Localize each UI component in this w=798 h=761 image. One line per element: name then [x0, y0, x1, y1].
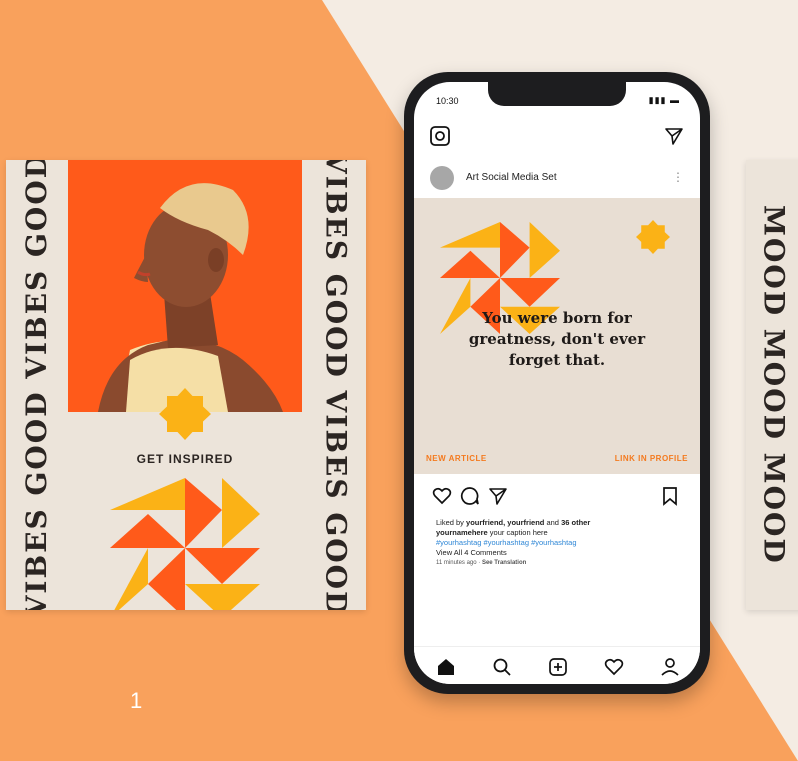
camera-icon[interactable] — [430, 126, 450, 146]
timestamp-line: 11 minutes ago · See Translation — [436, 560, 527, 566]
star-badge-icon — [636, 220, 670, 254]
account-name[interactable]: Art Social Media Set — [466, 172, 557, 183]
bottom-nav — [414, 646, 700, 684]
status-time: 10:30 — [436, 96, 459, 106]
heart-icon[interactable] — [604, 657, 624, 677]
send-icon[interactable] — [664, 126, 684, 146]
bookmark-icon[interactable] — [660, 486, 680, 506]
status-icons: ▮▮▮ ▬ — [648, 95, 680, 105]
likes-line: Liked by yourfriend, yourfriend and 36 o… — [436, 518, 591, 527]
link-in-profile-label: LINK IN PROFILE — [614, 454, 688, 463]
post-card-right: MOOD MOOD MOOD — [746, 160, 798, 610]
phone-screen: 10:30 ▮▮▮ ▬ Art Social Media Set ⋮ You w… — [414, 82, 700, 684]
view-comments-link[interactable]: View All 4 Comments — [436, 548, 686, 558]
instagram-top-bar — [414, 116, 700, 156]
vertical-text-right-card: MOOD MOOD MOOD — [757, 205, 791, 565]
star-badge-icon — [159, 388, 211, 440]
post-header: Art Social Media Set ⋮ — [414, 160, 700, 196]
get-inspired-label: GET INSPIRED — [136, 452, 234, 466]
heart-icon[interactable] — [432, 486, 452, 506]
vertical-text-right: VIBES GOOD VIBES GOOD — [319, 160, 353, 610]
hashtags[interactable]: #yourhashtag #yourhashtag #yourhashtag — [436, 538, 686, 548]
post-caption: Liked by yourfriend, yourfriend and 36 o… — [436, 518, 686, 568]
comment-icon[interactable] — [460, 486, 480, 506]
new-article-label: NEW ARTICLE — [426, 454, 487, 463]
search-icon[interactable] — [492, 657, 512, 677]
post-actions — [414, 482, 700, 510]
post-card-left: VIBES GOOD VIBES GOOD VIBES GOOD VIBES G… — [6, 160, 366, 610]
avatar[interactable] — [430, 166, 454, 190]
see-translation-link[interactable]: See Translation — [482, 560, 526, 566]
vertical-text-left: VIBES GOOD VIBES GOOD — [19, 160, 53, 610]
more-options-icon[interactable]: ⋮ — [672, 170, 684, 184]
portrait-photo — [68, 160, 302, 412]
page-number: 1 — [130, 688, 143, 713]
caption-line: yournamehere your caption here — [436, 528, 548, 537]
pinwheel-graphic — [110, 478, 260, 610]
phone-mockup: 10:30 ▮▮▮ ▬ Art Social Media Set ⋮ You w… — [404, 72, 710, 694]
send-icon[interactable] — [488, 486, 508, 506]
profile-icon[interactable] — [660, 657, 680, 677]
post-quote: You were born for greatness, don't ever … — [468, 309, 646, 369]
home-icon[interactable] — [436, 657, 456, 677]
add-icon[interactable] — [548, 657, 568, 677]
phone-notch — [488, 82, 626, 106]
post-image: You were born for greatness, don't ever … — [414, 198, 700, 474]
